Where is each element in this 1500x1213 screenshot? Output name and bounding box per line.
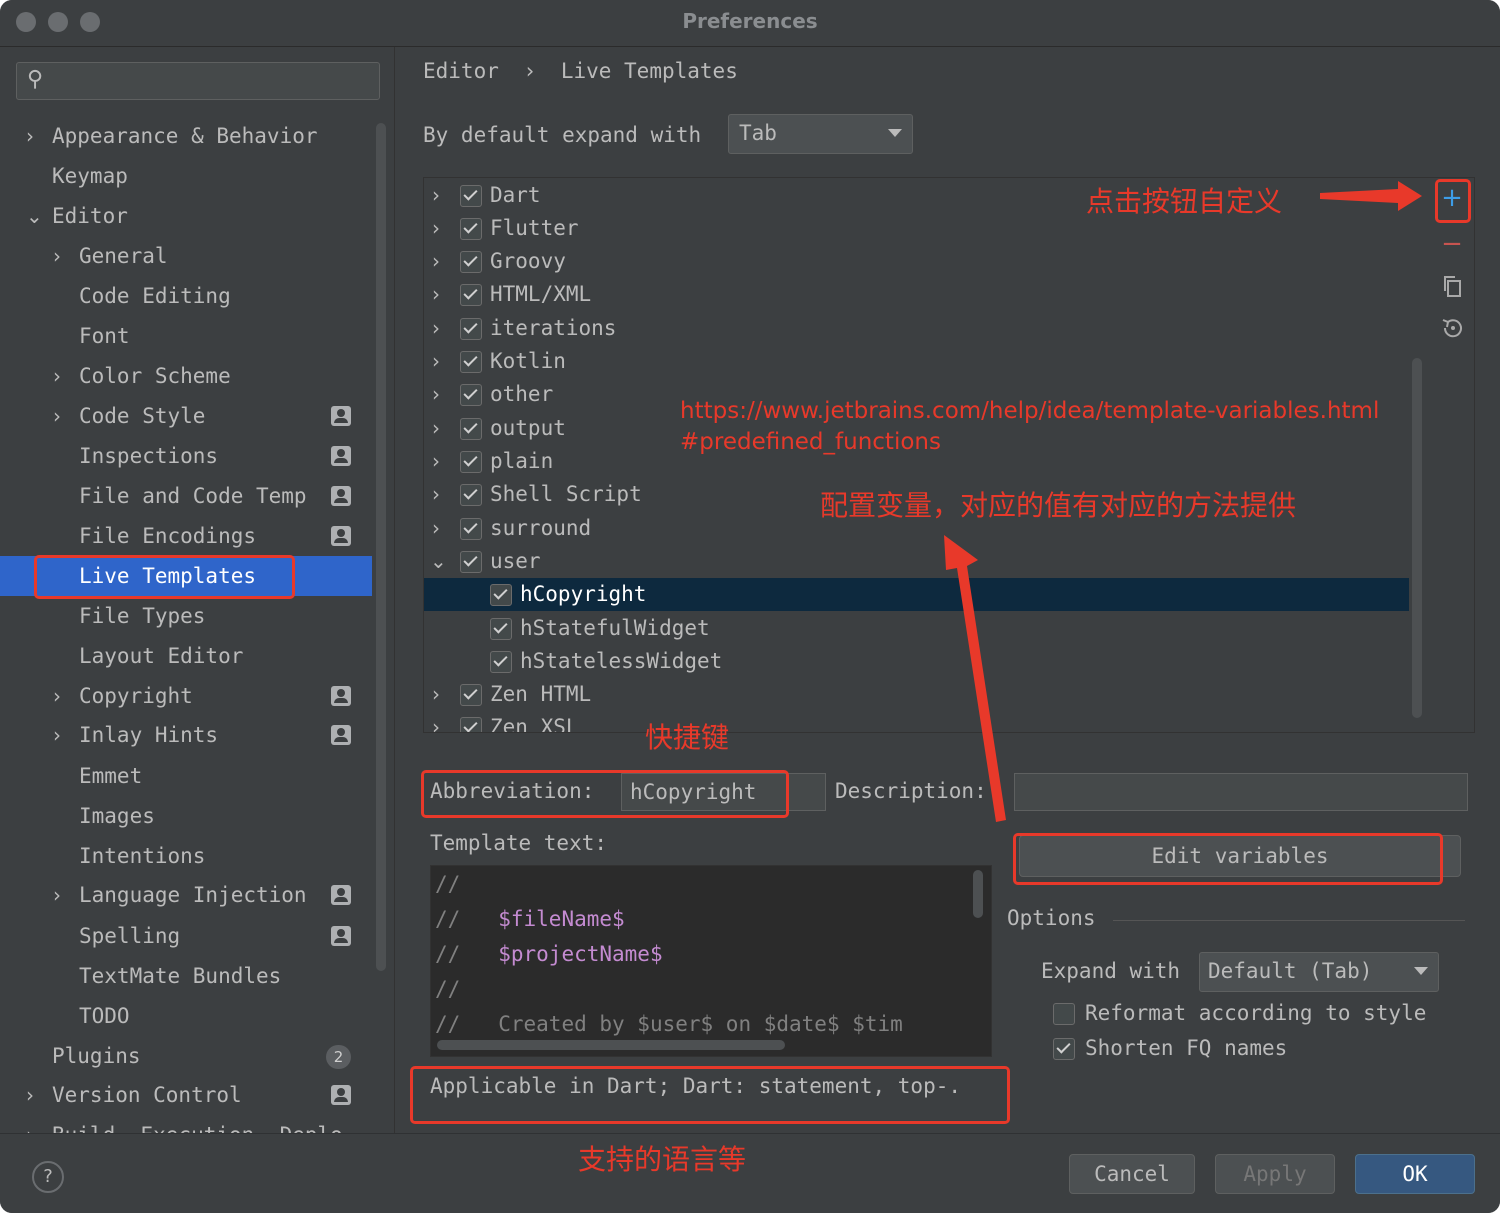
preferences-window: Preferences ⚲ › Appearance & Behavior Ke… bbox=[0, 0, 1500, 1213]
arrow-to-add-button bbox=[1320, 181, 1422, 211]
annotation-arrows bbox=[944, 181, 1422, 822]
arrow-to-edit-variables bbox=[944, 535, 1006, 822]
